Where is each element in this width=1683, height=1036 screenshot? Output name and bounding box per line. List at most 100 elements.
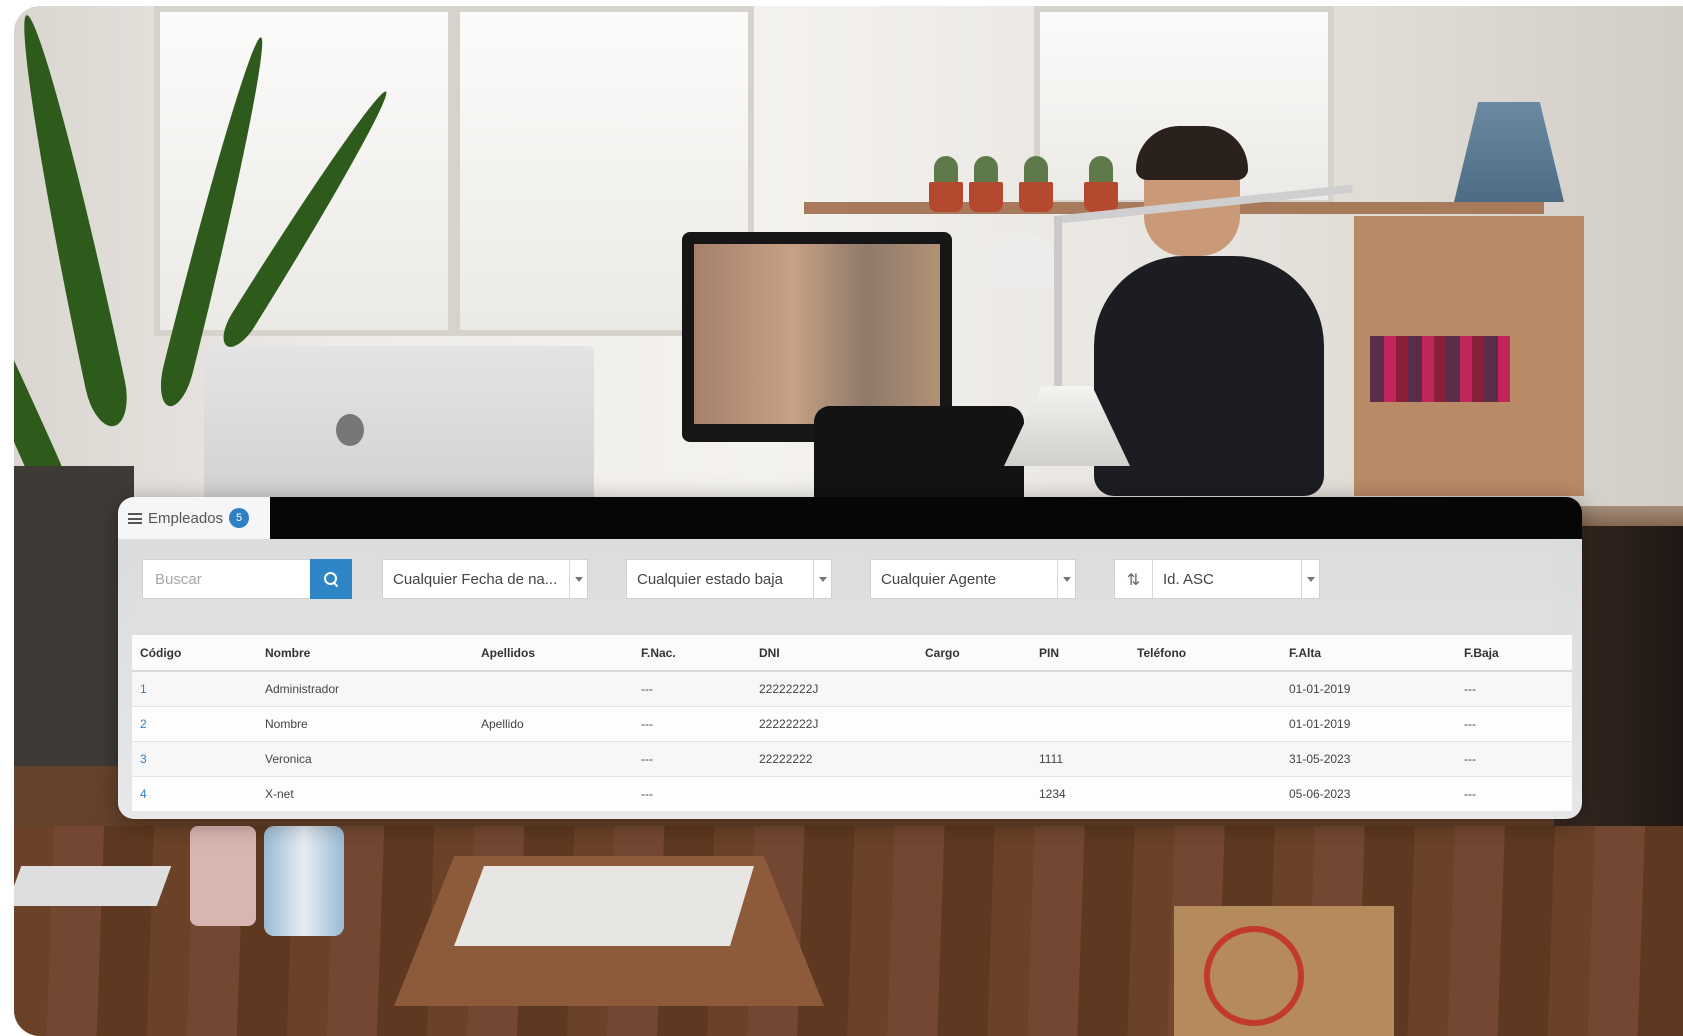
photo-keyboard (14, 866, 172, 906)
column-header[interactable]: PIN (1031, 635, 1129, 672)
tab-bar: Empleados 5 (118, 497, 1582, 539)
table-cell: Nombre (257, 706, 473, 742)
employees-table: Código Nombre Apellidos F.Nac. DNI Cargo… (132, 635, 1572, 812)
tab-empleados[interactable]: Empleados 5 (118, 497, 270, 539)
table-cell (473, 671, 633, 707)
column-header[interactable]: DNI (751, 635, 917, 672)
photo-apple-logo (336, 414, 364, 446)
search-input[interactable] (142, 559, 310, 599)
photo-monitor-screen (694, 244, 940, 424)
app-body: Cualquier Fecha de na... Cualquier estad… (118, 539, 1582, 819)
table-cell: --- (633, 776, 751, 812)
chevron-down-icon (1062, 576, 1071, 582)
photo-pot (969, 182, 1003, 212)
count-badge: 5 (229, 508, 250, 528)
table-cell: 3 (132, 741, 257, 777)
search-group (142, 559, 352, 599)
table-cell: 01-01-2019 (1281, 671, 1456, 707)
chevron-down-icon (574, 576, 583, 582)
table-cell (1129, 741, 1281, 777)
employee-code-link[interactable]: 3 (140, 752, 147, 766)
table-cell: 1 (132, 671, 257, 707)
table-cell (1129, 671, 1281, 707)
photo-box-logo (1204, 926, 1304, 1026)
table-cell (917, 706, 1031, 742)
table-cell: --- (633, 706, 751, 742)
caret-wrap (569, 560, 587, 598)
table-cell: Veronica (257, 741, 473, 777)
table-row[interactable]: 3 Veronica --- 22222222 1111 31-05-2023 … (132, 741, 1572, 777)
table-cell (473, 741, 633, 777)
table-cell: X-net (257, 776, 473, 812)
photo-cup (190, 826, 256, 926)
table-cell (1129, 706, 1281, 742)
select-value: Cualquier Agente (881, 570, 997, 588)
select-value: Cualquier estado baja (637, 570, 783, 588)
caret-wrap (1057, 560, 1075, 598)
table-cell: 22222222 (751, 741, 917, 777)
birth-date-filter-select[interactable]: Cualquier Fecha de na... (382, 559, 588, 599)
select-value: Id. ASC (1163, 570, 1214, 588)
chevron-down-icon (818, 576, 827, 582)
table-cell (1129, 776, 1281, 812)
photo-thread-spools (1370, 336, 1510, 402)
table-cell: 2 (132, 706, 257, 742)
table-cell (917, 671, 1031, 707)
photo-person-hair (1136, 126, 1248, 180)
column-header[interactable]: Código (132, 635, 257, 672)
table-cell: --- (1456, 706, 1572, 742)
table-cell (1031, 706, 1129, 742)
status-filter-select[interactable]: Cualquier estado baja (626, 559, 832, 599)
table-cell: 4 (132, 776, 257, 812)
photo-cactus (1089, 156, 1113, 184)
column-header[interactable]: Teléfono (1129, 635, 1281, 672)
table-cell: 22222222J (751, 671, 917, 707)
table-cell: 01-01-2019 (1281, 706, 1456, 742)
column-header[interactable]: Apellidos (473, 635, 633, 672)
search-icon (324, 572, 338, 586)
chevron-down-icon (1306, 576, 1315, 582)
table-cell (1031, 671, 1129, 707)
employee-code-link[interactable]: 4 (140, 787, 147, 801)
table-cell: 31-05-2023 (1281, 741, 1456, 777)
employee-code-link[interactable]: 2 (140, 717, 147, 731)
table-cell: --- (633, 741, 751, 777)
employees-app-panel: Empleados 5 Cualquier Fecha de na... Cua… (118, 497, 1582, 819)
photo-pot (1084, 182, 1118, 212)
sort-icon: ⇅ (1115, 560, 1153, 598)
table-cell: --- (1456, 741, 1572, 777)
caret-wrap (813, 560, 831, 598)
table-cell: Administrador (257, 671, 473, 707)
photo-paper (454, 866, 754, 946)
column-header[interactable]: F.Nac. (633, 635, 751, 672)
tab-label: Empleados (148, 509, 224, 527)
select-value: Cualquier Fecha de na... (393, 570, 558, 588)
caret-wrap (1301, 560, 1319, 598)
column-header[interactable]: F.Baja (1456, 635, 1572, 672)
photo-person-body (1094, 256, 1324, 496)
table-cell: --- (1456, 776, 1572, 812)
photo-cactus (1024, 156, 1048, 184)
table-cell: 05-06-2023 (1281, 776, 1456, 812)
table-row[interactable]: 4 X-net --- 1234 05-06-2023 --- (132, 776, 1572, 812)
table-cell: Apellido (473, 706, 633, 742)
column-header[interactable]: Cargo (917, 635, 1031, 672)
column-header[interactable]: F.Alta (1281, 635, 1456, 672)
table-cell: 1111 (1031, 741, 1129, 777)
sort-select[interactable]: ⇅ Id. ASC (1114, 559, 1320, 599)
table-cell: --- (633, 671, 751, 707)
employee-code-link[interactable]: 1 (140, 682, 147, 696)
photo-water-bottle (264, 826, 344, 936)
column-header[interactable]: Nombre (257, 635, 473, 672)
table-header-row: Código Nombre Apellidos F.Nac. DNI Cargo… (132, 635, 1572, 672)
table-row[interactable]: 1 Administrador --- 22222222J 01-01-2019… (132, 671, 1572, 707)
table-cell (917, 776, 1031, 812)
list-icon (128, 512, 142, 524)
agent-filter-select[interactable]: Cualquier Agente (870, 559, 1076, 599)
table-row[interactable]: 2 Nombre Apellido --- 22222222J 01-01-20… (132, 706, 1572, 742)
table-cell: --- (1456, 671, 1572, 707)
search-button[interactable] (310, 559, 352, 599)
table-cell (473, 776, 633, 812)
photo-left-shadow (14, 466, 134, 766)
photo-pot (929, 182, 963, 212)
